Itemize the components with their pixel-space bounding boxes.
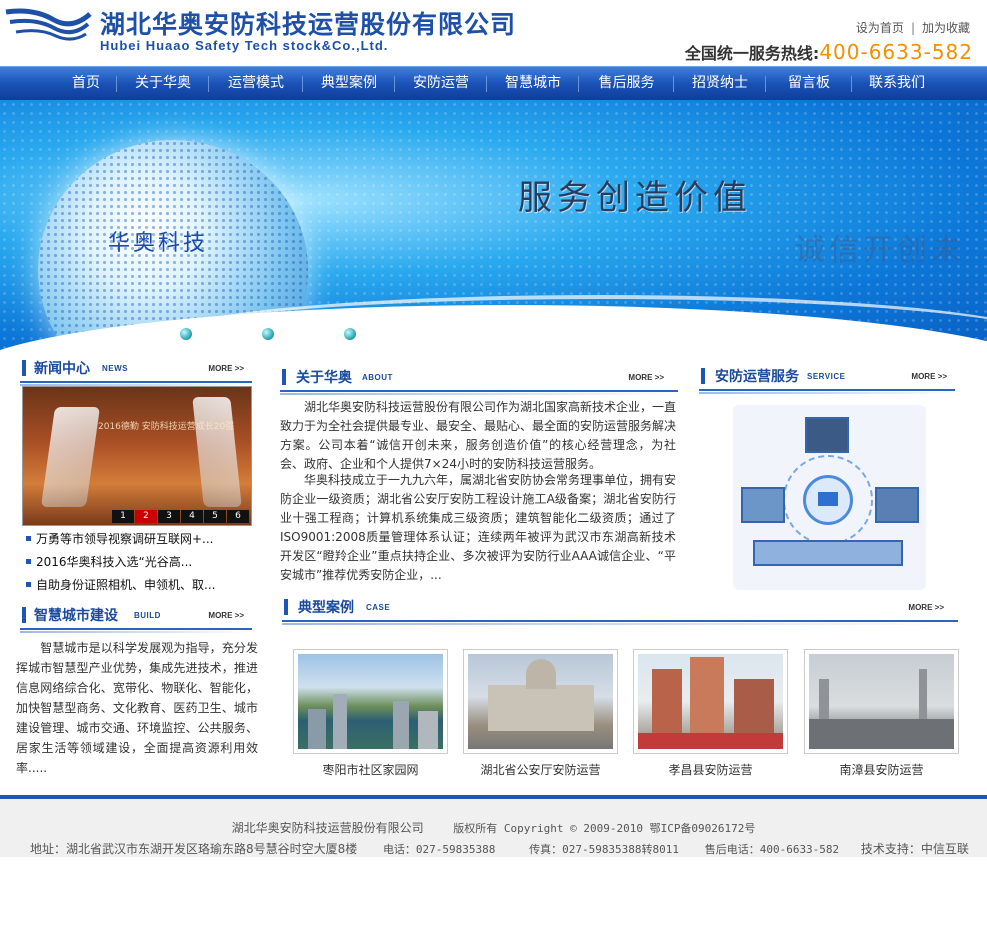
about-text-2: 华奥科技成立于一九九六年，属湖北省安防协会常务理事单位，拥有安防企业一级资质；湖… xyxy=(280,473,677,582)
about-title: 关于华奥 xyxy=(296,370,352,386)
diagram-bottom-bar xyxy=(753,540,903,566)
smart-city-section-title: 智慧城市建设 BUILD MORE >> xyxy=(20,604,252,633)
nav-item-operation-mode[interactable]: 运营模式 xyxy=(209,67,303,101)
company-logo-icon[interactable] xyxy=(4,6,92,44)
footer-fax: 传真：027-59835388转8011 xyxy=(529,843,680,856)
news-item[interactable]: 万勇等市领导视察调研互联网+... xyxy=(24,528,215,551)
slideshow-caption: 2016德勤 安防科技运营成长20强 xyxy=(98,422,235,432)
nav-item-smart-city[interactable]: 智慧城市 xyxy=(487,67,579,101)
header: 湖北华奥安防科技运营股份有限公司 Hubei Huaao Safety Tech… xyxy=(0,0,987,66)
pager-page-1[interactable]: 1 xyxy=(112,510,134,523)
title-bar xyxy=(284,599,288,615)
cases-section-title: 典型案例 CASE MORE >> xyxy=(282,596,958,625)
diagram-photo-staff xyxy=(875,487,919,523)
case-label[interactable]: 枣阳市社区家园网 xyxy=(293,761,448,778)
set-home-link[interactable]: 设为首页 xyxy=(856,21,904,35)
news-slideshow[interactable]: 2016德勤 安防科技运营成长20强 1 2 3 4 5 6 xyxy=(22,386,252,526)
trophy-image xyxy=(40,407,101,507)
pager-page-2[interactable]: 2 xyxy=(135,510,157,523)
case-image-nanzhang xyxy=(809,654,954,749)
diagram-node-box xyxy=(741,487,785,523)
case-card[interactable] xyxy=(804,649,959,754)
footer-copyright: 版权所有 Copyright © 2009-2010 鄂ICP备09026172… xyxy=(453,822,756,835)
nav-item-contact[interactable]: 联系我们 xyxy=(852,67,942,101)
news-section-title: 新闻中心 NEWS MORE >> xyxy=(20,357,252,386)
trophy-image xyxy=(192,397,242,507)
pager-page-5[interactable]: 5 xyxy=(204,510,226,523)
main-nav: 首页 关于华奥 运营模式 典型案例 安防运营 智慧城市 售后服务 招贤纳士 留言… xyxy=(0,66,987,100)
case-label[interactable]: 孝昌县安防运营 xyxy=(633,761,788,778)
nav-item-message-board[interactable]: 留言板 xyxy=(766,67,852,101)
news-more-link[interactable]: MORE >> xyxy=(208,364,244,373)
nav-item-home[interactable]: 首页 xyxy=(55,67,117,101)
title-bar xyxy=(22,607,26,623)
footer-tech-support: 技术支持：中信互联 xyxy=(860,842,969,856)
footer-company: 湖北华奥安防科技运营股份有限公司 xyxy=(231,821,424,835)
footer-line-1: 湖北华奥安防科技运营股份有限公司 版权所有 Copyright © 2009-2… xyxy=(0,819,987,836)
banner-slogan: 服务创造价值 xyxy=(518,178,752,218)
footer: 湖北华奥安防科技运营股份有限公司 版权所有 Copyright © 2009-2… xyxy=(0,795,987,857)
title-bar xyxy=(701,368,705,384)
diagram-photo-operator xyxy=(805,417,849,453)
pager-page-4[interactable]: 4 xyxy=(181,510,203,523)
news-item[interactable]: 2016华奥科技入选“光谷高... xyxy=(24,551,215,574)
news-title-en: NEWS xyxy=(102,364,128,373)
services-more-link[interactable]: MORE >> xyxy=(911,372,947,381)
slideshow-pager: 1 2 3 4 5 6 xyxy=(111,510,249,523)
footer-phone: 电话：027-59835388 xyxy=(382,843,496,856)
banner-brand: 华奥科技 xyxy=(108,231,209,256)
smart-city-title-en: BUILD xyxy=(134,611,161,620)
add-favorite-link[interactable]: 加为收藏 xyxy=(922,21,970,35)
footer-address: 地址：湖北省武汉市东湖开发区珞瑜东路8号慧谷时空大厦8楼 xyxy=(30,842,358,856)
footer-line-2: 地址：湖北省武汉市东湖开发区珞瑜东路8号慧谷时空大厦8楼 电话：027-5983… xyxy=(30,840,969,857)
cases-title-en: CASE xyxy=(366,603,391,612)
top-links: 设为首页 | 加为收藏 xyxy=(856,19,970,36)
case-image-zaoyang xyxy=(298,654,443,749)
smart-city-title: 智慧城市建设 xyxy=(34,608,118,624)
pager-page-3[interactable]: 3 xyxy=(158,510,180,523)
nav-item-about[interactable]: 关于华奥 xyxy=(117,67,209,101)
nav-item-security-ops[interactable]: 安防运营 xyxy=(395,67,487,101)
banner-decor-balls xyxy=(180,328,426,343)
smart-city-more-link[interactable]: MORE >> xyxy=(208,611,244,620)
diagram-center-icon xyxy=(803,475,853,525)
service-hotline: 全国统一服务热线:400-6633-582 xyxy=(685,40,973,64)
about-more-link[interactable]: MORE >> xyxy=(628,373,664,382)
nav-item-cases[interactable]: 典型案例 xyxy=(303,67,395,101)
hero-banner: 华奥科技 服务创造价值 诚信开创未 xyxy=(0,100,987,350)
case-image-xiaochang xyxy=(638,654,783,749)
case-card[interactable] xyxy=(633,649,788,754)
cases-title: 典型案例 xyxy=(298,600,354,616)
smart-city-text: 智慧城市是以科学发展观为指导，充分发挥城市智慧型产业优势，集成先进技术，推进信息… xyxy=(16,641,258,775)
about-text-1: 湖北华奥安防科技运营股份有限公司作为湖北国家高新技术企业，一直致力于为全社会提供… xyxy=(280,400,677,471)
news-title: 新闻中心 xyxy=(34,361,90,377)
services-title: 安防运营服务 xyxy=(715,369,799,385)
case-card[interactable] xyxy=(463,649,618,754)
footer-aftersale-phone: 售后电话：400-6633-582 xyxy=(704,843,840,856)
company-name-cn: 湖北华奥安防科技运营股份有限公司 xyxy=(100,10,517,39)
cases-more-link[interactable]: MORE >> xyxy=(908,603,944,612)
title-bar xyxy=(22,360,26,376)
nav-item-recruitment[interactable]: 招贤纳士 xyxy=(674,67,766,101)
pager-page-6[interactable]: 6 xyxy=(227,510,249,523)
nav-item-after-sales[interactable]: 售后服务 xyxy=(579,67,674,101)
about-title-en: ABOUT xyxy=(362,373,393,382)
services-section-title: 安防运营服务 SERVICE MORE >> xyxy=(699,365,955,394)
news-list: 万勇等市领导视察调研互联网+... 2016华奥科技入选“光谷高... 自助身份… xyxy=(24,528,215,597)
case-image-public-security xyxy=(468,654,613,749)
case-label[interactable]: 南漳县安防运营 xyxy=(804,761,959,778)
link-separator: | xyxy=(910,21,915,35)
hotline-number: 400-6633-582 xyxy=(819,40,973,64)
security-service-diagram[interactable] xyxy=(733,405,926,590)
banner-slogan-secondary: 诚信开创未 xyxy=(795,233,965,268)
about-section-title: 关于华奥 ABOUT MORE >> xyxy=(280,366,678,395)
news-item[interactable]: 自助身份证照相机、申领机、取... xyxy=(24,574,215,597)
title-bar xyxy=(282,369,286,385)
company-name-en: Hubei Huaao Safety Tech stock&Co.,Ltd. xyxy=(100,38,389,53)
hotline-label: 全国统一服务热线: xyxy=(684,44,820,63)
case-card[interactable] xyxy=(293,649,448,754)
case-label[interactable]: 湖北省公安厅安防运营 xyxy=(463,761,618,778)
services-title-en: SERVICE xyxy=(807,372,846,381)
